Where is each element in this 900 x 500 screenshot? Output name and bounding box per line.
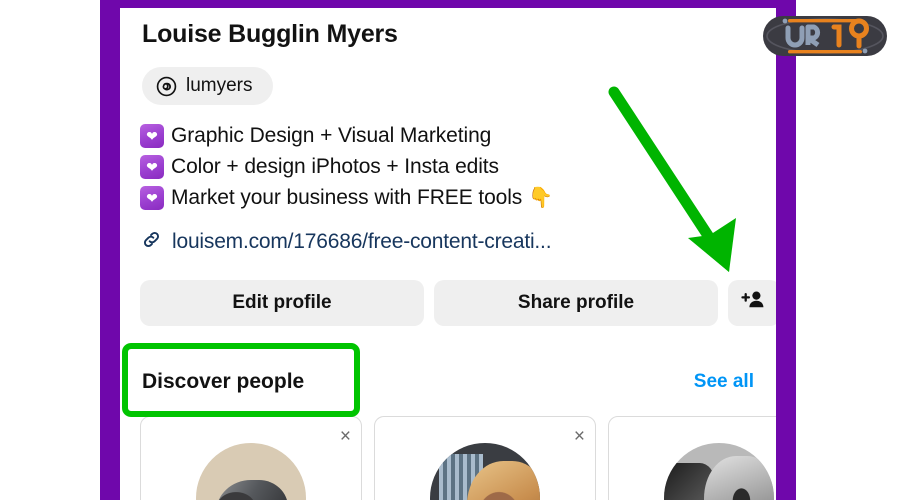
profile-bio: ❤ Graphic Design + Visual Marketing ❤ Co… xyxy=(140,120,700,213)
suggestion-card[interactable]: × xyxy=(374,416,596,500)
pointing-down-hand-emoji: 👇 xyxy=(528,187,554,209)
avatar xyxy=(664,443,774,500)
ur19-logo-watermark xyxy=(763,16,887,56)
grayscale-person-avatar-image xyxy=(664,443,774,500)
profile-action-buttons: Edit profile Share profile xyxy=(140,280,776,326)
screenshot-stage: Louise Bugglin Myers lumyers ❤ Graphic D… xyxy=(0,0,900,500)
profile-link[interactable]: louisem.com/176686/free-content-creati..… xyxy=(140,228,552,256)
close-icon[interactable]: × xyxy=(574,427,585,446)
see-all-link[interactable]: See all xyxy=(694,371,754,393)
purple-heart-emoji: ❤ xyxy=(140,185,164,210)
discover-people-heading: Discover people xyxy=(142,370,305,393)
bio-line: ❤ Graphic Design + Visual Marketing xyxy=(140,120,700,151)
discover-people-carousel[interactable]: × × × xyxy=(140,416,776,500)
edit-profile-button[interactable]: Edit profile xyxy=(140,280,424,326)
bio-line-text: Color + design iPhotos + Insta edits xyxy=(171,154,499,178)
avatar xyxy=(430,443,540,500)
bio-line-text: Graphic Design + Visual Marketing xyxy=(171,123,492,147)
close-icon[interactable]: × xyxy=(340,427,351,446)
purple-heart-emoji: ❤ xyxy=(140,123,164,148)
threads-handle-label: lumyers xyxy=(186,75,253,96)
blonde-person-avatar-image xyxy=(430,443,540,500)
suggestion-card[interactable]: × xyxy=(608,416,776,500)
profile-link-text: louisem.com/176686/free-content-creati..… xyxy=(172,230,552,253)
suggestion-card[interactable]: × xyxy=(140,416,362,500)
dog-avatar-image xyxy=(196,443,306,500)
avatar xyxy=(196,443,306,500)
link-icon xyxy=(140,228,163,256)
bio-line: ❤ Market your business with FREE tools 👇 xyxy=(140,182,700,213)
profile-panel: Louise Bugglin Myers lumyers ❤ Graphic D… xyxy=(120,8,776,500)
threads-badge[interactable]: lumyers xyxy=(142,67,273,105)
discover-people-toggle-button[interactable] xyxy=(728,280,776,326)
profile-display-name: Louise Bugglin Myers xyxy=(142,20,398,48)
add-person-icon xyxy=(741,287,767,319)
share-profile-button[interactable]: Share profile xyxy=(434,280,718,326)
bio-line: ❤ Color + design iPhotos + Insta edits xyxy=(140,151,700,182)
bio-line-text: Market your business with FREE tools xyxy=(171,185,523,209)
purple-heart-emoji: ❤ xyxy=(140,154,164,179)
threads-icon xyxy=(156,76,177,97)
